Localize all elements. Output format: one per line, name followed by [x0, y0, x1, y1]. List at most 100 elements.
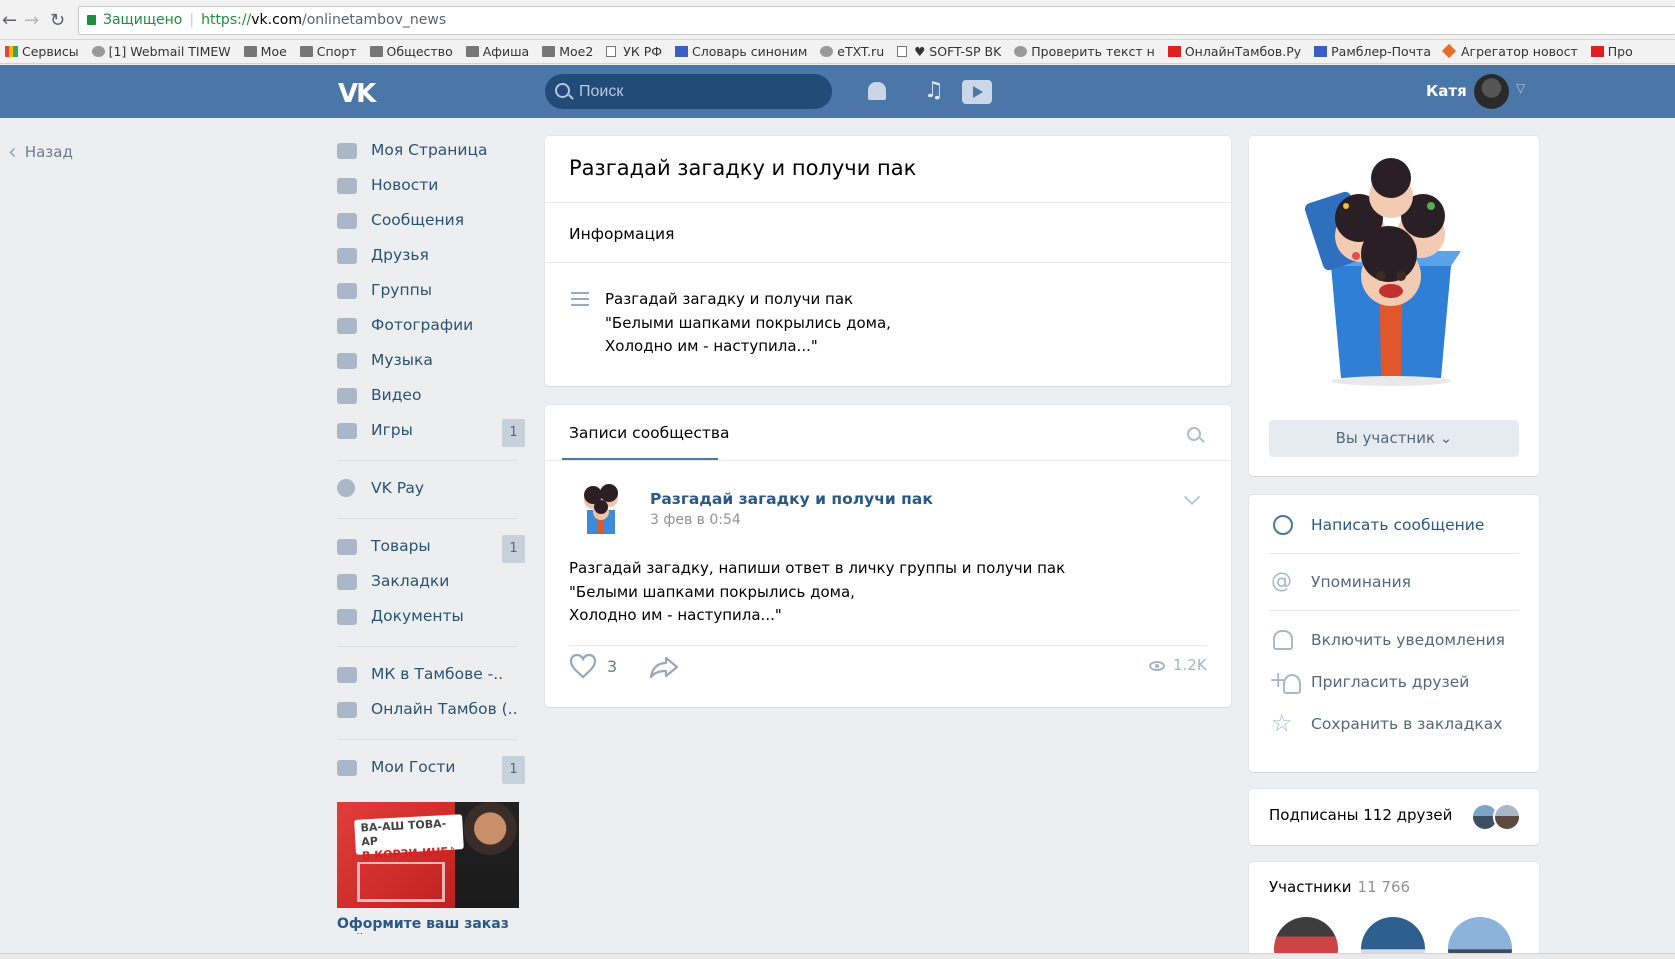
post-date[interactable]: 3 фев в 0:54 [650, 512, 741, 528]
header-avatar[interactable] [1474, 74, 1509, 109]
bookmark-item[interactable]: Словарь синоним [672, 40, 808, 63]
gamepad-icon [337, 423, 357, 439]
chevron-left-icon: ‹ [8, 140, 17, 165]
menu-item[interactable]: Друзья [337, 240, 525, 275]
bookmark-item[interactable]: Мое [241, 40, 287, 63]
menu-item[interactable]: Группы [337, 275, 525, 310]
apps-icon [5, 46, 18, 57]
menu-item[interactable]: Фотографии [337, 310, 525, 345]
community-avatar-gift-image[interactable] [1301, 156, 1481, 386]
search-box[interactable] [545, 74, 832, 109]
at-icon [1271, 566, 1293, 596]
bookmark-item[interactable]: УК РФ [603, 40, 662, 63]
bookmark-item[interactable]: Сервисы [2, 40, 79, 63]
menu-item[interactable]: Видео [337, 380, 525, 415]
back-arrow-icon[interactable]: ← [2, 10, 17, 31]
video-play-icon[interactable] [962, 80, 992, 104]
ad-caption[interactable]: Оформите ваш заказ сейчас [337, 916, 525, 934]
menu-item[interactable]: Закладки [337, 566, 525, 601]
copyright-icon [1590, 46, 1604, 57]
friend-avatar[interactable] [1493, 803, 1521, 831]
menu-item[interactable]: Мои Гости 1 [337, 752, 525, 787]
info-text-line: "Белыми шапками покрылись дома, [605, 313, 891, 332]
forward-arrow-icon[interactable]: → [24, 10, 39, 31]
menu-item-label: Моя Страница [371, 141, 488, 159]
bookmark-item[interactable]: Проверить текст н [1011, 40, 1155, 63]
menu-item-label: Фотографии [371, 316, 474, 334]
post-text: Разгадай загадку, напиши ответ в личку г… [569, 557, 1065, 628]
notifications-bell-icon[interactable] [868, 82, 886, 100]
menu-item-label: Новости [371, 176, 439, 194]
menu-item[interactable]: Игры 1 [337, 415, 525, 450]
bookmark-item[interactable]: Общество [367, 40, 453, 63]
post-menu-chevron-icon[interactable] [1184, 489, 1200, 505]
community-action[interactable]: Включить уведомления [1269, 625, 1519, 655]
camera-icon [337, 318, 357, 334]
members-title[interactable]: Участники 11 766 [1269, 878, 1410, 896]
menu-item[interactable]: Новости [337, 170, 525, 205]
bookmark-item[interactable]: Афиша [463, 40, 529, 63]
menu-item[interactable]: Онлайн Тамбов (.. [337, 694, 525, 729]
menu-item[interactable]: Документы [337, 601, 525, 636]
search-input[interactable] [579, 74, 819, 109]
url-scheme: https:// [201, 12, 252, 28]
menu-item-badge[interactable]: 1 [502, 419, 525, 447]
menu-divider [337, 739, 517, 740]
menu-item-label: Группы [371, 281, 432, 299]
menu-item[interactable]: Музыка [337, 345, 525, 380]
left-menu: Моя Страница Новости Сообщения Друзья Группы… [337, 135, 525, 934]
wall-search-icon[interactable] [1187, 427, 1201, 441]
reload-icon[interactable]: ↻ [50, 10, 65, 31]
menu-item[interactable]: Товары 1 [337, 531, 525, 566]
cart-shape [357, 862, 445, 902]
music-note-icon[interactable]: ♫ [924, 78, 944, 103]
menu-item[interactable]: Сообщения [337, 205, 525, 240]
heart-icon[interactable] [569, 653, 597, 679]
bookmark-item[interactable]: ОнлайнТамбов.Ру [1165, 40, 1301, 63]
bookmark-item[interactable]: Спорт [297, 40, 357, 63]
post-author-link[interactable]: Разгадай загадку и получи пак [650, 490, 933, 508]
news-icon [337, 178, 357, 194]
back-link[interactable]: ‹ Назад [8, 138, 73, 165]
bookmark-item[interactable]: Мое2 [539, 40, 593, 63]
info-text-line: Разгадай загадку и получи пак [605, 290, 854, 308]
ad-person [455, 802, 519, 908]
chevron-down-icon[interactable]: ▽ [1516, 81, 1525, 95]
bookmark-item[interactable]: Агрегатор новост [1441, 40, 1578, 63]
menu-item-badge[interactable]: 1 [502, 756, 525, 784]
community-action[interactable]: Упоминания [1269, 566, 1519, 597]
info-description: Разгадай загадку и получи пак "Белыми ша… [605, 288, 891, 359]
menu-item-label: Документы [371, 607, 464, 625]
friends-subscribed-text[interactable]: Подписаны 112 друзей [1269, 806, 1452, 824]
post-author-avatar[interactable] [575, 480, 625, 536]
eye-icon [1014, 46, 1028, 57]
post-text-line: Холодно им - наступила..." [569, 606, 782, 624]
vk-logo[interactable]: VK [338, 79, 376, 109]
header-user-name[interactable]: Катя [1426, 76, 1467, 106]
ad-banner-image[interactable]: ВА-АШ ТОВА-АР В КОРЗИ-ИНЕ♪ [337, 802, 519, 908]
share-arrow-icon[interactable] [649, 655, 679, 679]
address-bar[interactable]: Защищено | https://vk.com/onlinetambov_new… [78, 6, 1675, 35]
bookmark-item[interactable]: ♥ SOFT-SP BK [894, 40, 1001, 63]
tab-community-posts[interactable]: Записи сообщества [569, 424, 730, 442]
mail-icon [1314, 46, 1328, 57]
menu-item[interactable]: Моя Страница [337, 135, 525, 170]
bookmark-item[interactable]: Рамблер-Почта [1311, 40, 1431, 63]
info-card: Разгадай загадку и получи пак Информация… [545, 136, 1231, 386]
friends-subscribed-card[interactable]: Подписаны 112 друзей [1249, 789, 1539, 845]
member-status-button[interactable]: Вы участник ⌄ [1269, 420, 1519, 457]
friends-icon [337, 248, 357, 264]
bookmark-item[interactable]: Про [1588, 40, 1633, 63]
community-action-label: Пригласить друзей [1311, 673, 1470, 691]
bookmark-item[interactable]: eTXT.ru [817, 40, 884, 63]
bookmark-item[interactable]: [1] Webmail TIMEW [89, 40, 231, 63]
bookmark-label: Словарь синоним [692, 44, 808, 59]
menu-item[interactable]: VK Pay [337, 473, 525, 508]
url-path: /onlinetambov_news [302, 12, 447, 28]
menu-item[interactable]: МК в Тамбове -.. [337, 659, 525, 694]
community-action[interactable]: Пригласить друзей [1269, 666, 1519, 697]
community-action[interactable]: Написать сообщение [1269, 510, 1519, 540]
groups-icon [337, 283, 357, 299]
menu-item-badge[interactable]: 1 [502, 535, 525, 563]
community-action[interactable]: Сохранить в закладках [1269, 708, 1519, 739]
